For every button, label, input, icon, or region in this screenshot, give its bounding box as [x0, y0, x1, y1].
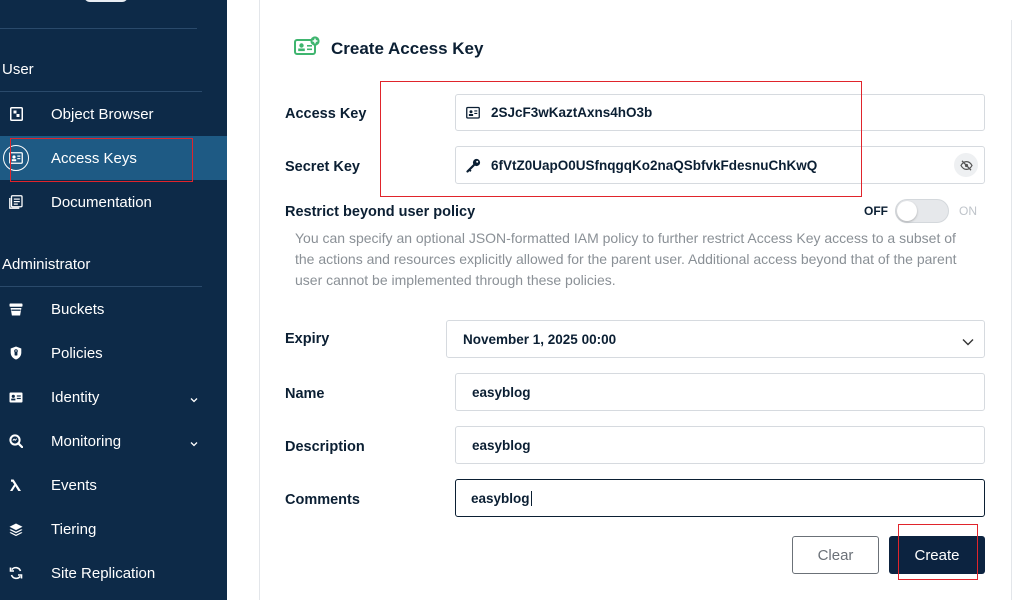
panel-border	[1011, 20, 1012, 600]
access-key-field[interactable]: 2SJcF3wKaztAxns4hO3b	[455, 94, 985, 131]
sidebar-item-label: Buckets	[51, 300, 105, 318]
key-icon	[466, 158, 481, 178]
sidebar-item-policies[interactable]: Policies	[0, 331, 227, 375]
object-browser-icon	[8, 106, 24, 122]
sidebar-item-label: Policies	[51, 344, 103, 362]
sidebar-item-identity[interactable]: Identity	[0, 375, 227, 419]
toggle-off-label: OFF	[864, 204, 888, 218]
sidebar-item-label: Access Keys	[51, 149, 137, 167]
description-value: easyblog	[472, 437, 531, 453]
restrict-policy-toggle[interactable]	[895, 199, 949, 223]
sidebar-item-monitoring[interactable]: Monitoring	[0, 419, 227, 463]
logo	[84, 0, 128, 2]
secret-key-field[interactable]: 6fVtZ0UapO0USfnqgqKo2naQSbfvkFdesnuChKwQ	[455, 146, 985, 184]
sidebar-item-label: Site Replication	[51, 564, 156, 582]
access-key-value: 2SJcF3wKaztAxns4hO3b	[491, 105, 653, 120]
name-value: easyblog	[472, 384, 531, 400]
sidebar-item-documentation[interactable]: Documentation	[0, 180, 227, 224]
description-label: Description	[285, 439, 365, 455]
sidebar-item-label: Tiering	[51, 520, 97, 538]
shield-icon	[8, 345, 24, 361]
toggle-on-label: ON	[959, 204, 977, 218]
toggle-knob	[897, 201, 917, 221]
sidebar-item-buckets[interactable]: Buckets	[0, 287, 227, 331]
sidebar-item-access-keys[interactable]: Access Keys	[0, 136, 227, 180]
restrict-policy-label: Restrict beyond user policy	[285, 204, 476, 220]
comments-label: Comments	[285, 492, 360, 508]
clear-button[interactable]: Clear	[792, 536, 879, 574]
sync-icon	[8, 565, 24, 581]
restrict-policy-help: You can specify an optional JSON-formatt…	[295, 230, 957, 288]
name-input[interactable]: easyblog	[455, 373, 985, 411]
sidebar-item-label: Monitoring	[51, 432, 122, 450]
sidebar-item-events[interactable]: Events	[0, 463, 227, 507]
expiry-label: Expiry	[285, 331, 330, 347]
sidebar-item-site-replication[interactable]: Site Replication	[0, 551, 227, 595]
name-label: Name	[285, 386, 325, 402]
page-header: Create Access Key	[294, 36, 483, 61]
eye-slash-icon[interactable]	[954, 153, 978, 177]
access-key-label: Access Key	[285, 106, 367, 122]
id-card-icon	[466, 106, 480, 124]
chevron-down-icon[interactable]	[189, 392, 199, 403]
lambda-icon	[8, 477, 24, 493]
access-key-add-icon	[294, 36, 321, 61]
access-keys-icon	[3, 145, 29, 171]
secret-key-label: Secret Key	[285, 159, 360, 175]
chevron-down-icon	[962, 334, 974, 352]
text-cursor	[530, 490, 532, 506]
panel-border	[259, 0, 260, 600]
description-input[interactable]: easyblog	[455, 426, 985, 464]
section-label-administrator: Administrator	[2, 256, 91, 273]
sidebar-item-tiering[interactable]: Tiering	[0, 507, 227, 551]
chevron-down-icon[interactable]	[189, 436, 199, 447]
sidebar-item-object-browser[interactable]: Object Browser	[0, 92, 227, 136]
expiry-value: November 1, 2025 00:00	[463, 331, 617, 347]
comments-input[interactable]: easyblog	[455, 479, 985, 517]
sidebar-item-label: Documentation	[51, 193, 152, 211]
sidebar-item-label: Object Browser	[51, 105, 154, 123]
divider	[0, 28, 197, 29]
sidebar-item-label: Events	[51, 476, 97, 494]
expiry-select[interactable]: November 1, 2025 00:00	[446, 320, 985, 358]
create-button[interactable]: Create	[889, 536, 985, 574]
bucket-icon	[8, 301, 24, 317]
documentation-icon	[8, 194, 24, 210]
page-title: Create Access Key	[331, 38, 484, 58]
secret-key-value: 6fVtZ0UapO0USfnqgqKo2naQSbfvkFdesnuChKwQ	[491, 157, 818, 173]
sidebar: User Object Browser Access Keys Document…	[0, 0, 227, 600]
layers-icon	[8, 521, 24, 537]
id-card-icon	[8, 389, 24, 405]
magnifier-icon	[8, 433, 24, 449]
sidebar-item-label: Identity	[51, 388, 100, 406]
comments-value: easyblog	[471, 490, 530, 506]
section-label-user: User	[2, 61, 34, 78]
